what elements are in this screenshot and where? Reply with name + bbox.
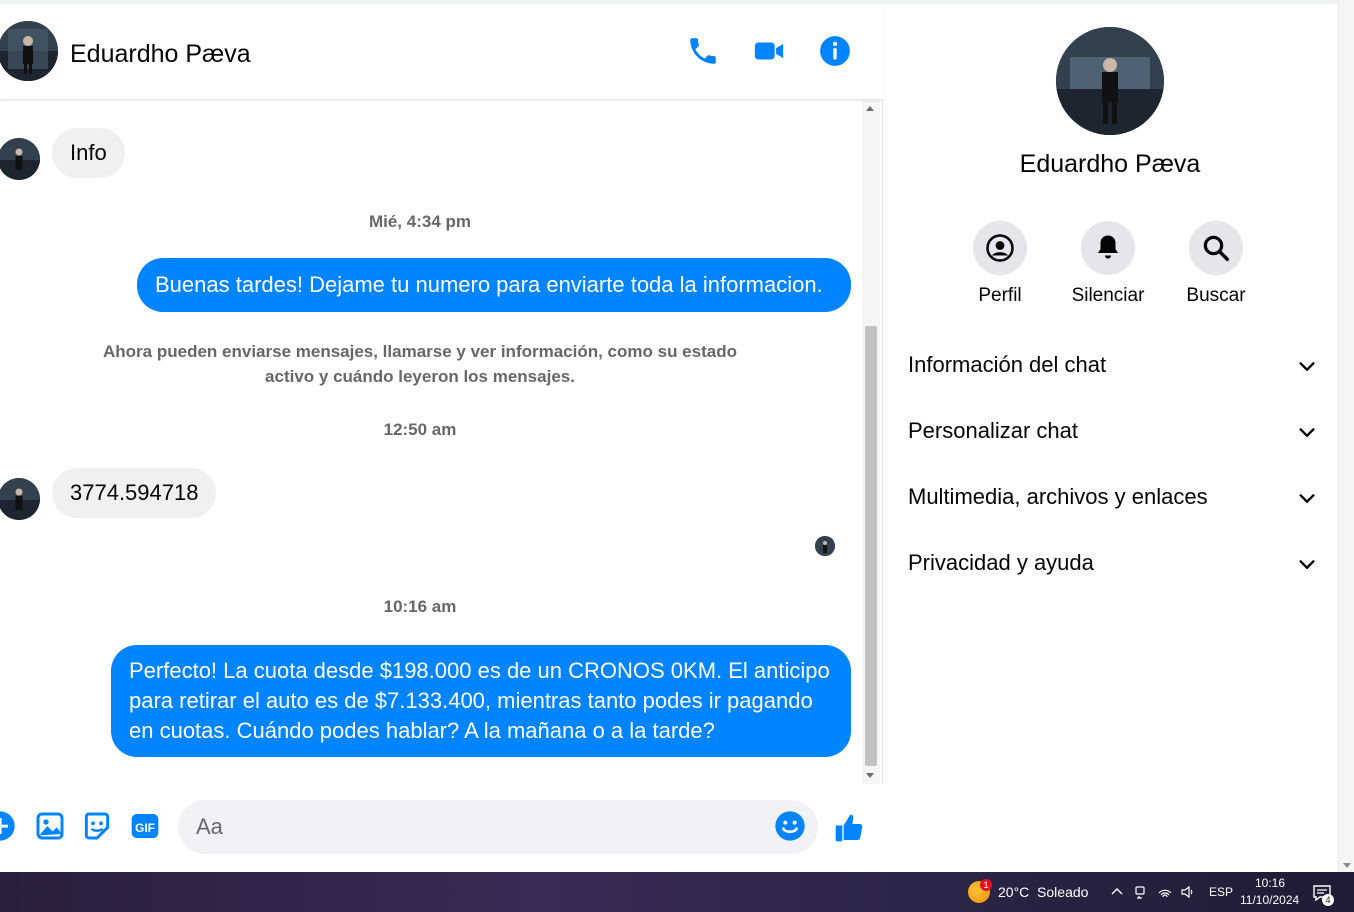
timestamp: 10:16 am	[383, 597, 457, 616]
scroll-down-arrow[interactable]	[866, 773, 874, 778]
incoming-message[interactable]: 3774.594718	[52, 468, 217, 518]
section-title: Privacidad y ayuda	[908, 550, 1094, 575]
mute-label: Silenciar	[1071, 285, 1145, 306]
emoji-icon[interactable]	[774, 810, 806, 842]
clock-time[interactable]: 10:16	[1255, 876, 1285, 890]
search-button[interactable]: Buscar	[1171, 221, 1261, 307]
bell-icon	[1098, 235, 1118, 259]
notification-count: 4	[1322, 894, 1334, 906]
system-notice: Ahora pueden enviarse mensajes, llamarse…	[103, 342, 737, 386]
timestamp: Mié, 4:34 pm	[368, 212, 472, 231]
composer: GIF	[0, 784, 883, 872]
phone-icon[interactable]	[686, 34, 720, 68]
contact-avatar[interactable]	[0, 21, 58, 81]
weather-badge: 1	[980, 879, 992, 891]
chevron-down-icon	[1299, 428, 1315, 437]
meet-icon[interactable]	[1133, 884, 1149, 900]
chevron-down-icon	[1299, 560, 1315, 569]
language-indicator[interactable]: ESP	[1209, 885, 1233, 899]
sticker-icon[interactable]	[81, 810, 113, 842]
gif-label: GIF	[135, 821, 155, 835]
volume-icon[interactable]	[1180, 884, 1196, 900]
chat-header: Eduardho Pæva	[0, 4, 883, 100]
search-label: Buscar	[1186, 285, 1246, 306]
chevron-up-icon[interactable]	[1109, 884, 1125, 900]
gif-icon[interactable]: GIF	[129, 810, 161, 842]
mute-button[interactable]: Silenciar	[1063, 221, 1153, 307]
incoming-message[interactable]: Info	[52, 128, 125, 178]
search-icon	[1203, 235, 1229, 261]
chat-panel: Eduardho Pæva Info Mié, 4:34 pm Buenas t…	[0, 4, 883, 872]
like-icon[interactable]	[833, 812, 865, 844]
scroll-thumb[interactable]	[865, 326, 877, 766]
profile-button[interactable]: Perfil	[955, 221, 1045, 307]
page-scrollbar[interactable]	[1338, 0, 1354, 872]
windows-taskbar: 1 20°C Soleado ESP 10:16 11/10/2024 4	[0, 872, 1354, 912]
outgoing-message[interactable]: Buenas tardes! Dejame tu numero para env…	[137, 258, 851, 312]
timestamp: 12:50 am	[383, 420, 457, 439]
message-input[interactable]	[196, 813, 756, 841]
info-icon[interactable]	[818, 34, 852, 68]
section-title: Personalizar chat	[908, 418, 1078, 443]
messenger-window: Eduardho Pæva Info Mié, 4:34 pm Buenas t…	[0, 0, 1354, 912]
clock-date[interactable]: 11/10/2024	[1240, 893, 1299, 907]
wifi-icon[interactable]	[1157, 884, 1173, 900]
image-icon[interactable]	[34, 810, 66, 842]
message-scrollbar[interactable]	[862, 100, 880, 784]
section-customize-chat[interactable]: Personalizar chat	[908, 412, 1318, 452]
section-media-files-links[interactable]: Multimedia, archivos y enlaces	[908, 478, 1318, 518]
profile-label: Perfil	[978, 285, 1022, 306]
section-privacy-help[interactable]: Privacidad y ayuda	[908, 544, 1318, 584]
info-avatar[interactable]	[1056, 27, 1164, 135]
scroll-up-arrow[interactable]	[866, 106, 874, 111]
chevron-down-icon	[1299, 494, 1315, 503]
section-title: Información del chat	[908, 352, 1107, 377]
seen-indicator-avatar	[815, 536, 835, 556]
contact-avatar-small	[0, 478, 40, 520]
contact-name[interactable]: Eduardho Pæva	[70, 40, 251, 69]
profile-icon	[986, 234, 1014, 262]
message-list[interactable]: Info Mié, 4:34 pm Buenas tardes! Dejame …	[0, 100, 862, 784]
outgoing-message[interactable]: Perfecto! La cuota desde $198.000 es de …	[111, 645, 851, 757]
scroll-down-arrow[interactable]	[1343, 863, 1351, 868]
info-contact-name: Eduardho Pæva	[1019, 150, 1201, 178]
section-chat-info[interactable]: Información del chat	[908, 346, 1318, 386]
section-title: Multimedia, archivos y enlaces	[908, 484, 1208, 509]
weather-text[interactable]: 20°C Soleado	[998, 884, 1088, 900]
message-input-wrapper[interactable]	[178, 800, 818, 854]
contact-avatar-small	[0, 138, 40, 180]
chevron-down-icon	[1299, 362, 1315, 371]
chat-info-panel: Eduardho Pæva Perfil Silenciar Buscar In…	[884, 4, 1338, 872]
video-camera-icon[interactable]	[752, 34, 786, 68]
add-icon[interactable]	[0, 810, 16, 842]
